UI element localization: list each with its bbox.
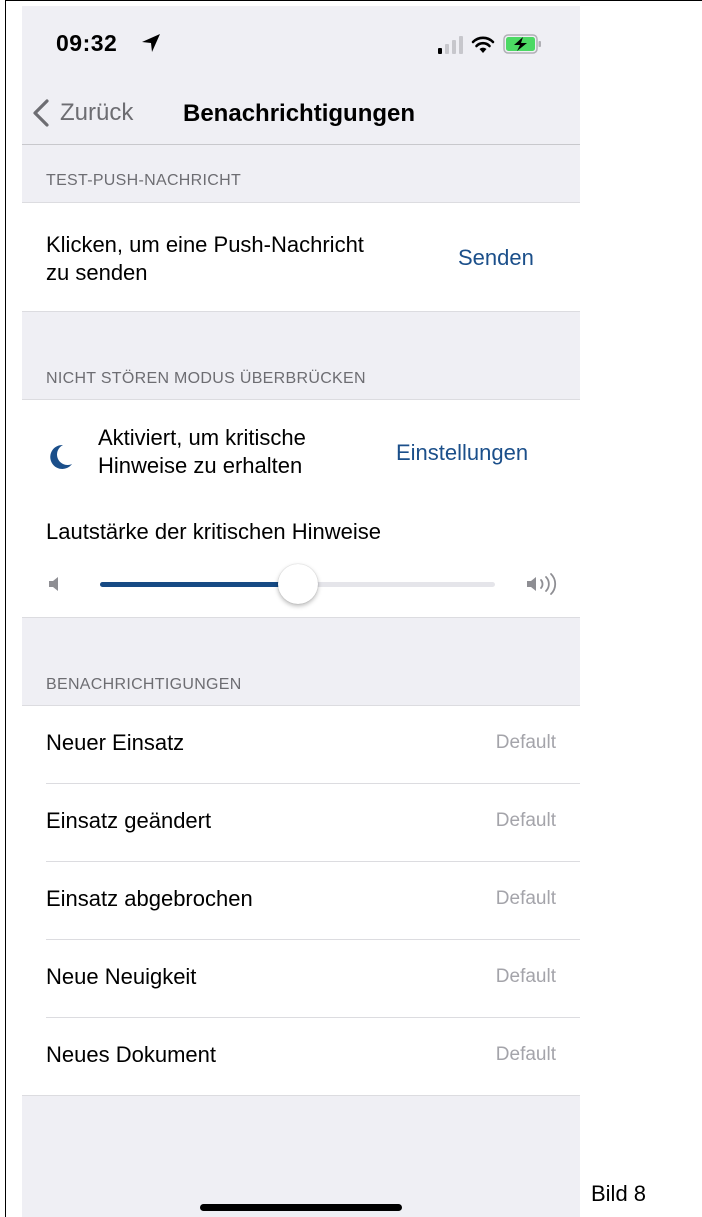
wifi-icon xyxy=(471,36,495,53)
test-push-text-line2: zu senden xyxy=(46,260,148,285)
volume-label: Lautstärke der kritischen Hinweise xyxy=(46,519,382,544)
page-title: Benachrichtigungen xyxy=(183,100,416,127)
back-label: Zurück xyxy=(60,99,134,126)
chevron-left-icon xyxy=(33,99,49,127)
location-arrow-icon xyxy=(142,34,160,52)
notifications-group: Neuer Einsatz Default Einsatz geändert D… xyxy=(22,705,580,1096)
battery-charging-icon xyxy=(503,34,541,54)
home-indicator[interactable] xyxy=(200,1204,402,1211)
speaker-high-icon xyxy=(527,573,557,595)
list-item-label: Einsatz geändert xyxy=(46,808,212,833)
list-item-label: Neues Dokument xyxy=(46,1042,216,1067)
document-frame-top xyxy=(5,0,702,1)
dnd-text-line2: Hinweise zu erhalten xyxy=(98,453,303,478)
list-item-value: Default xyxy=(495,732,556,753)
list-item-einsatz-geaendert[interactable]: Einsatz geändert Default xyxy=(22,784,580,862)
section-header-test-push: TEST-PUSH-NACHRICHT xyxy=(46,172,242,189)
status-time: 09:32 xyxy=(56,30,118,56)
list-item-neue-neuigkeit[interactable]: Neue Neuigkeit Default xyxy=(22,940,580,1018)
list-item-value: Default xyxy=(495,1044,556,1065)
list-item-neues-dokument[interactable]: Neues Dokument Default xyxy=(22,1018,580,1096)
list-item-label: Neuer Einsatz xyxy=(46,730,185,755)
phone-screen: 09:32 Zurück Benachrichtigungen TEST-PUS… xyxy=(22,6,580,1217)
status-bar: 09:32 xyxy=(22,6,580,78)
speaker-low-icon xyxy=(49,577,58,591)
list-item-value: Default xyxy=(495,810,556,831)
document-frame-left xyxy=(5,0,6,1217)
dnd-text-line1: Aktiviert, um kritische xyxy=(98,425,306,450)
section-header-notifications: BENACHRICHTIGUNGEN xyxy=(46,676,242,693)
slider-track[interactable] xyxy=(100,564,495,604)
list-item-label: Neue Neuigkeit xyxy=(46,964,197,989)
test-push-group: Klicken, um eine Push-Nachricht zu sende… xyxy=(22,202,580,312)
moon-icon xyxy=(50,444,72,469)
list-item-neuer-einsatz[interactable]: Neuer Einsatz Default xyxy=(22,706,580,784)
settings-button[interactable]: Einstellungen xyxy=(396,440,528,466)
send-button[interactable]: Senden xyxy=(458,245,534,271)
dnd-group: Aktiviert, um kritische Hinweise zu erha… xyxy=(22,399,580,618)
list-item-value: Default xyxy=(495,966,556,987)
list-item-value: Default xyxy=(495,888,556,909)
figure-caption: Bild 8 xyxy=(591,1181,647,1206)
signal-icon xyxy=(438,36,463,54)
volume-slider[interactable] xyxy=(22,562,580,612)
slider-fill xyxy=(100,582,298,587)
back-button[interactable]: Zurück xyxy=(32,96,133,130)
section-header-dnd: NICHT STÖREN MODUS ÜBERBRÜCKEN xyxy=(46,370,366,387)
navigation-bar: Zurück Benachrichtigungen xyxy=(22,78,580,145)
list-item-label: Einsatz abgebrochen xyxy=(46,886,253,911)
slider-thumb[interactable] xyxy=(278,564,318,604)
list-item-einsatz-abgebrochen[interactable]: Einsatz abgebrochen Default xyxy=(22,862,580,940)
test-push-text-line1: Klicken, um eine Push-Nachricht xyxy=(46,232,364,257)
